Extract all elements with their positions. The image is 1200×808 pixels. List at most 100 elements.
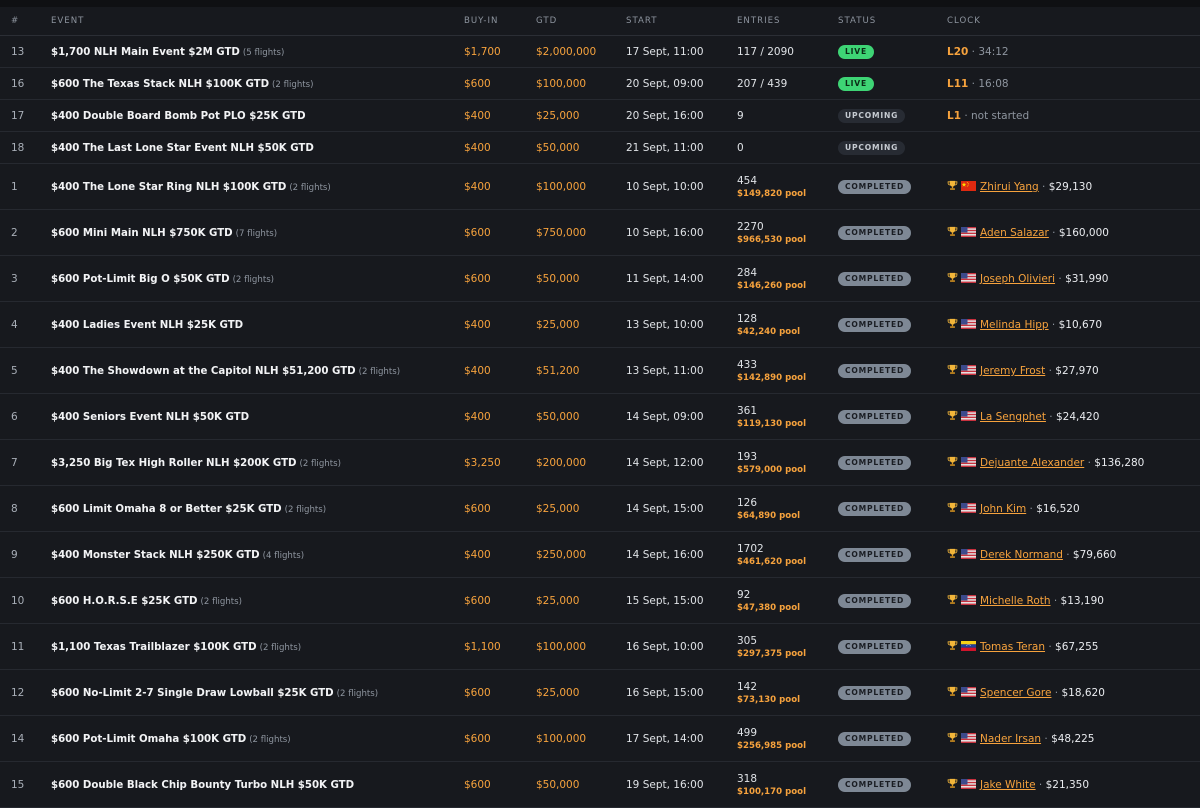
column-header-start[interactable]: START (613, 7, 724, 36)
winner-prize: $21,350 (1045, 779, 1090, 791)
event-name[interactable]: $600 H.O.R.S.E $25K GTD (51, 596, 198, 607)
event-name[interactable]: $600 Pot-Limit Big O $50K GTD (51, 274, 230, 285)
event-cell[interactable]: $400 The Lone Star Ring NLH $100K GTD (2 … (38, 163, 451, 210)
winner-prize: $48,225 (1051, 733, 1095, 745)
table-row[interactable]: 13 $1,700 NLH Main Event $2M GTD (5 fligh… (0, 35, 1200, 68)
event-name[interactable]: $400 Monster Stack NLH $250K GTD (51, 550, 260, 561)
winner-name-link[interactable]: Jeremy Frost (980, 365, 1045, 377)
winner-name-link[interactable]: John Kim (980, 503, 1026, 515)
column-header-buyin[interactable]: BUY-IN (451, 7, 523, 36)
event-cell[interactable]: $600 Mini Main NLH $750K GTD (7 flights) (38, 209, 451, 256)
table-row[interactable]: 2 $600 Mini Main NLH $750K GTD (7 flights… (0, 209, 1200, 256)
column-header-gtd[interactable]: GTD (523, 7, 613, 36)
event-clock-cell: L11 · 16:08 (934, 67, 1200, 100)
winner-prize: $13,190 (1060, 595, 1104, 607)
trophy-icon (947, 502, 958, 512)
winner-name-link[interactable]: Jake White (980, 779, 1036, 791)
event-name[interactable]: $400 The Last Lone Star Event NLH $50K G… (51, 143, 314, 154)
event-buyin: $400 (451, 131, 523, 164)
column-header-entries[interactable]: ENTRIES (724, 7, 825, 36)
table-row[interactable]: 6 $400 Seniors Event NLH $50K GTD $400 $… (0, 393, 1200, 440)
table-row[interactable]: 8 $600 Limit Omaha 8 or Better $25K GTD(… (0, 485, 1200, 532)
winner-name-link[interactable]: Derek Normand (980, 549, 1063, 561)
winner-name-link[interactable]: Michelle Roth (980, 595, 1051, 607)
event-cell[interactable]: $400 Monster Stack NLH $250K GTD (4 fligh… (38, 531, 451, 578)
table-row[interactable]: 14 $600 Pot-Limit Omaha $100K GTD (2 flig… (0, 715, 1200, 762)
table-row[interactable]: 1 $400 The Lone Star Ring NLH $100K GTD(… (0, 163, 1200, 210)
event-name[interactable]: $400 The Lone Star Ring NLH $100K GTD (51, 182, 286, 193)
clock-time: 34:12 (978, 45, 1009, 58)
winner-name-link[interactable]: Melinda Hipp (980, 319, 1049, 331)
event-status-cell: UPCOMING (825, 131, 934, 164)
table-row[interactable]: 18 $400 The Last Lone Star Event NLH $50… (0, 131, 1200, 164)
table-row[interactable]: 17 $400 Double Board Bomb Pot PLO $25K G… (0, 99, 1200, 132)
table-row[interactable]: 15 $600 Double Black Chip Bounty Turbo N… (0, 761, 1200, 808)
events-table: # EVENT BUY-IN GTD START ENTRIES STATUS … (0, 7, 1200, 808)
event-name[interactable]: $400 Seniors Event NLH $50K GTD (51, 412, 249, 423)
event-entries: 361 (737, 404, 758, 417)
event-cell[interactable]: $400 Seniors Event NLH $50K GTD (38, 393, 451, 440)
event-start: 21 Sept, 11:00 (613, 131, 724, 164)
table-row[interactable]: 10 $600 H.O.R.S.E $25K GTD (2 flights) $6… (0, 577, 1200, 624)
table-header-row: # EVENT BUY-IN GTD START ENTRIES STATUS … (0, 7, 1200, 36)
event-name[interactable]: $400 Double Board Bomb Pot PLO $25K GTD (51, 111, 306, 122)
winner-name-link[interactable]: Nader Irsan (980, 733, 1041, 745)
winner-name-link[interactable]: Aden Salazar (980, 227, 1049, 239)
column-header-number[interactable]: # (0, 7, 38, 36)
event-clock-cell: Jeremy Frost · $27,970 (934, 347, 1200, 394)
event-name[interactable]: $600 Pot-Limit Omaha $100K GTD (51, 734, 246, 745)
event-gtd: $50,000 (523, 393, 613, 440)
event-name[interactable]: $3,250 Big Tex High Roller NLH $200K GTD (51, 458, 296, 469)
winner-name-link[interactable]: La Sengphet (980, 411, 1046, 423)
event-name[interactable]: $600 No-Limit 2-7 Single Draw Lowball $2… (51, 688, 334, 699)
winner-name-link[interactable]: Zhirui Yang (980, 181, 1039, 193)
event-name[interactable]: $600 Limit Omaha 8 or Better $25K GTD (51, 504, 282, 515)
winner-name-link[interactable]: Spencer Gore (980, 687, 1051, 699)
status-badge: COMPLETED (838, 639, 912, 654)
event-status-cell: COMPLETED (825, 623, 934, 670)
event-name[interactable]: $400 Ladies Event NLH $25K GTD (51, 320, 243, 331)
event-start: 11 Sept, 14:00 (613, 255, 724, 302)
event-name[interactable]: $600 Double Black Chip Bounty Turbo NLH … (51, 780, 354, 791)
event-cell[interactable]: $600 Pot-Limit Big O $50K GTD (2 flights) (38, 255, 451, 302)
event-cell[interactable]: $400 The Last Lone Star Event NLH $50K G… (38, 131, 451, 164)
event-cell[interactable]: $400 The Showdown at the Capitol NLH $51… (38, 347, 451, 394)
event-status-cell: COMPLETED (825, 761, 934, 808)
winner-name-link[interactable]: Dejuante Alexander (980, 457, 1084, 469)
table-row[interactable]: 12 $600 No-Limit 2-7 Single Draw Lowball… (0, 669, 1200, 716)
event-cell[interactable]: $600 Double Black Chip Bounty Turbo NLH … (38, 761, 451, 808)
events-table-body: 13 $1,700 NLH Main Event $2M GTD (5 fligh… (0, 35, 1200, 808)
event-cell[interactable]: $600 Limit Omaha 8 or Better $25K GTD (2 … (38, 485, 451, 532)
event-cell[interactable]: $600 Pot-Limit Omaha $100K GTD (2 flights… (38, 715, 451, 762)
event-cell[interactable]: $400 Double Board Bomb Pot PLO $25K GTD (38, 99, 451, 132)
event-cell[interactable]: $400 Ladies Event NLH $25K GTD (38, 301, 451, 348)
event-name[interactable]: $600 Mini Main NLH $750K GTD (51, 228, 233, 239)
winner-name-link[interactable]: Joseph Olivieri (980, 273, 1055, 285)
status-badge: LIVE (838, 44, 874, 59)
event-cell[interactable]: $600 No-Limit 2-7 Single Draw Lowball $2… (38, 669, 451, 716)
event-name[interactable]: $1,100 Texas Trailblazer $100K GTD (51, 642, 257, 653)
column-header-status[interactable]: STATUS (825, 7, 934, 36)
winner-name-link[interactable]: Tomas Teran (980, 641, 1045, 653)
table-row[interactable]: 9 $400 Monster Stack NLH $250K GTD (4 fli… (0, 531, 1200, 578)
event-name[interactable]: $600 The Texas Stack NLH $100K GTD (51, 79, 269, 90)
event-start: 10 Sept, 10:00 (613, 163, 724, 210)
event-cell[interactable]: $1,700 NLH Main Event $2M GTD (5 flights) (38, 35, 451, 68)
event-name[interactable]: $400 The Showdown at the Capitol NLH $51… (51, 366, 356, 377)
event-start: 14 Sept, 15:00 (613, 485, 724, 532)
column-header-clock[interactable]: CLOCK (934, 7, 1200, 36)
event-cell[interactable]: $1,100 Texas Trailblazer $100K GTD (2 fli… (38, 623, 451, 670)
event-name[interactable]: $1,700 NLH Main Event $2M GTD (51, 47, 240, 58)
table-row[interactable]: 4 $400 Ladies Event NLH $25K GTD $400 $2… (0, 301, 1200, 348)
table-row[interactable]: 16 $600 The Texas Stack NLH $100K GTD (2 … (0, 67, 1200, 100)
table-row[interactable]: 3 $600 Pot-Limit Big O $50K GTD (2 flight… (0, 255, 1200, 302)
table-row[interactable]: 5 $400 The Showdown at the Capitol NLH $… (0, 347, 1200, 394)
table-row[interactable]: 11 $1,100 Texas Trailblazer $100K GTD (2 … (0, 623, 1200, 670)
event-start: 13 Sept, 11:00 (613, 347, 724, 394)
table-row[interactable]: 7 $3,250 Big Tex High Roller NLH $200K G… (0, 439, 1200, 486)
event-cell[interactable]: $3,250 Big Tex High Roller NLH $200K GTD… (38, 439, 451, 486)
event-gtd: $200,000 (523, 439, 613, 486)
event-cell[interactable]: $600 The Texas Stack NLH $100K GTD (2 fli… (38, 67, 451, 100)
column-header-event[interactable]: EVENT (38, 7, 451, 36)
event-cell[interactable]: $600 H.O.R.S.E $25K GTD (2 flights) (38, 577, 451, 624)
